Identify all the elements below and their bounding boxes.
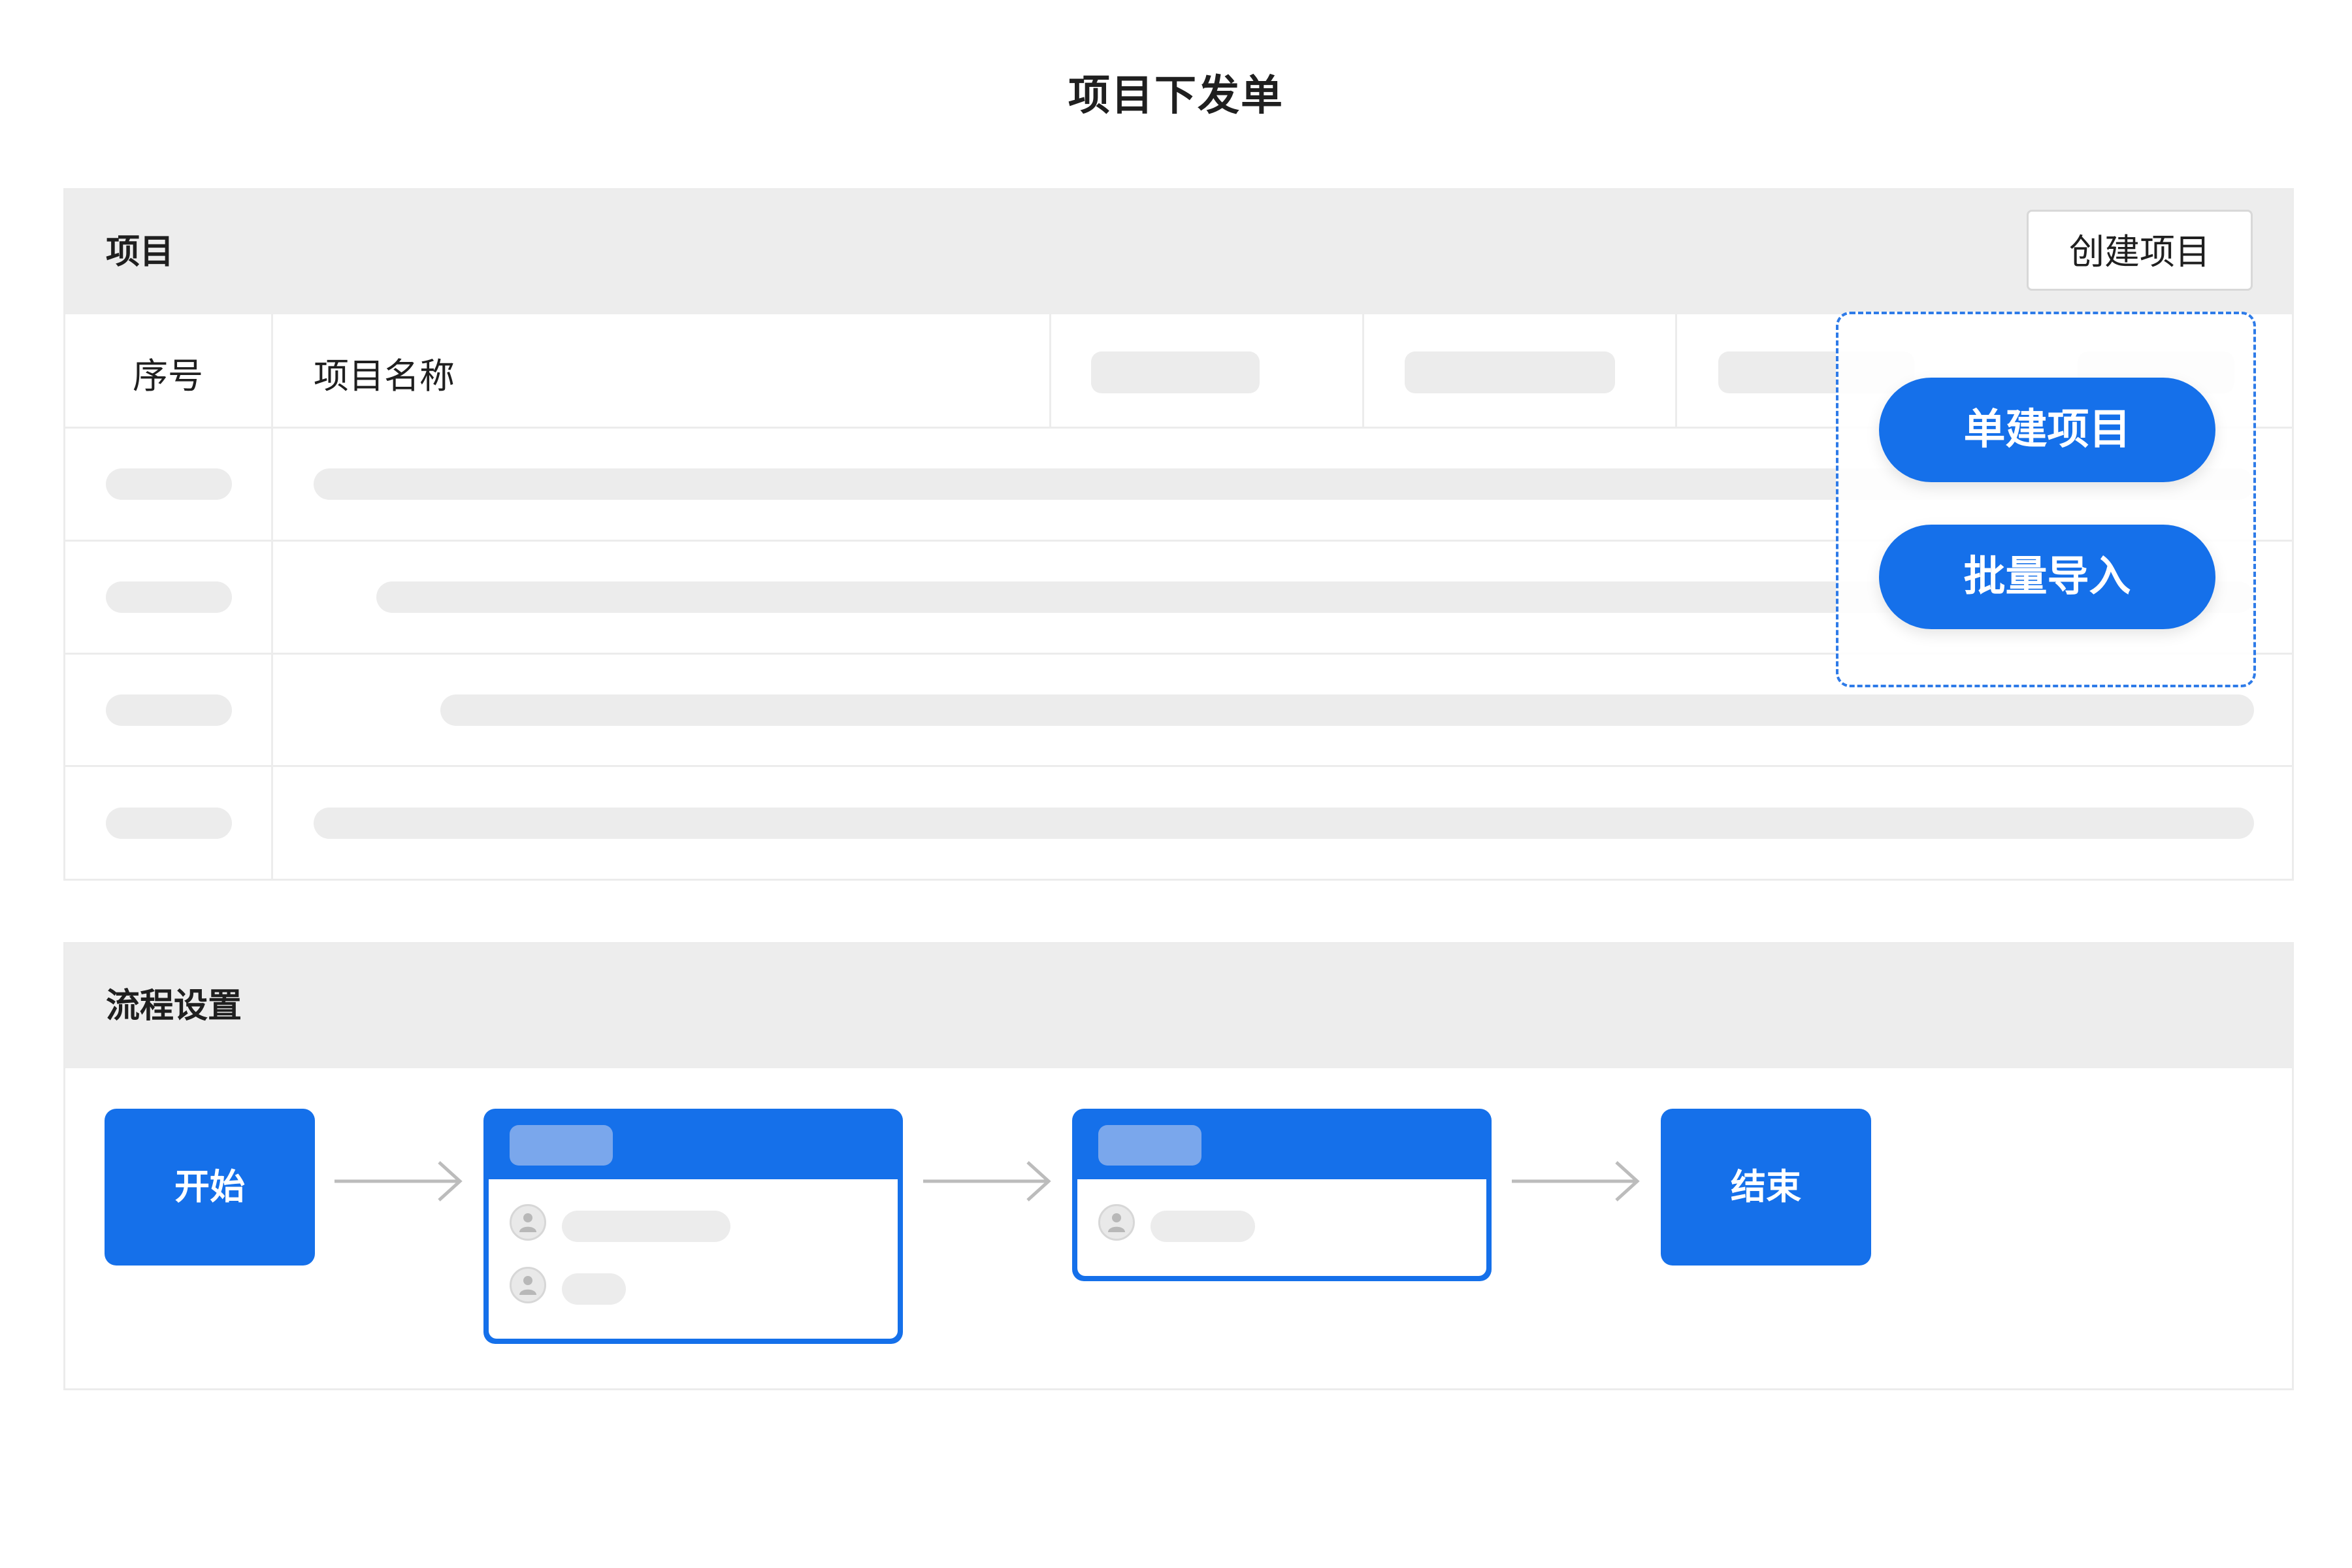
project-section-title: 项目 [106,233,174,272]
batch-import-button[interactable]: 批量导入 [1879,525,2215,629]
row-index-placeholder [106,808,232,839]
table-divider [65,765,2292,767]
assignee-placeholder [562,1211,730,1242]
row-index-placeholder [106,468,232,500]
column-header-name: 项目名称 [314,355,455,397]
project-section-header: 项目 创建项目 [65,190,2292,314]
create-project-button[interactable]: 创建项目 [2027,210,2253,291]
flow-step-card[interactable] [483,1109,903,1344]
row-name-placeholder [314,808,2254,839]
flow-arrow-icon [923,1161,1051,1201]
column-header-placeholder [1405,351,1615,393]
flow-step-card[interactable] [1072,1109,1492,1281]
flow-step-card-title-placeholder [1098,1125,1201,1166]
row-index-placeholder [106,581,232,613]
flow-section-title: 流程设置 [106,987,242,1026]
row-index-placeholder [106,694,232,726]
page-title: 项目下发单 [1068,72,1284,120]
assignee-placeholder [562,1273,626,1305]
flow-step-card-title-placeholder [510,1125,613,1166]
flow-step-card-body [1077,1179,1486,1276]
table-divider [1049,314,1051,427]
create-project-dropdown: 单建项目 批量导入 [1836,312,2256,687]
table-divider [271,314,273,879]
user-avatar-icon [510,1267,546,1303]
assignee-placeholder [1151,1211,1255,1242]
flow-start-node[interactable]: 开始 [105,1109,315,1266]
column-header-placeholder [1091,351,1260,393]
table-divider [1362,314,1364,427]
flow-arrow-icon [1512,1161,1640,1201]
flow-section-header: 流程设置 [65,944,2292,1068]
single-create-button[interactable]: 单建项目 [1879,378,2215,482]
row-name-placeholder [440,694,2254,726]
flow-step-card-body [489,1179,898,1339]
flow-arrow-icon [335,1161,463,1201]
table-divider [1675,314,1677,427]
user-avatar-icon [1098,1204,1135,1241]
flow-end-node[interactable]: 结束 [1661,1109,1871,1266]
user-avatar-icon [510,1204,546,1241]
column-header-index: 序号 [133,355,203,397]
